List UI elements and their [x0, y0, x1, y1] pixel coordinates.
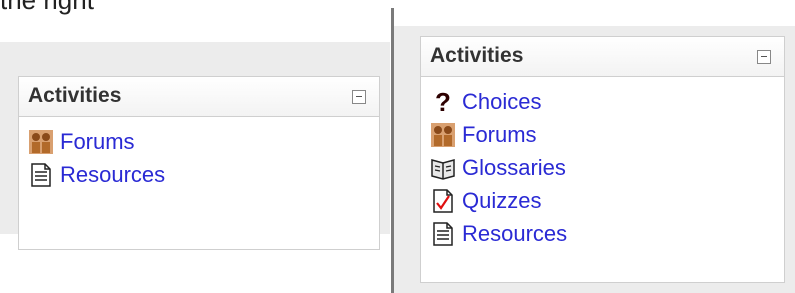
activities-block: Activities ? Choices Forums Glossaries Q…	[420, 36, 785, 283]
activity-label[interactable]: Forums	[462, 122, 537, 148]
forum-icon	[29, 129, 53, 154]
activity-item-choices[interactable]: ? Choices	[430, 85, 784, 118]
activity-list: Forums Resources	[19, 117, 379, 191]
activity-label[interactable]: Resources	[462, 221, 567, 247]
resource-icon	[433, 221, 453, 246]
activity-label[interactable]: Forums	[60, 129, 135, 155]
activity-item-resources[interactable]: Resources	[430, 217, 784, 250]
right-panel: Activities ? Choices Forums Glossaries Q…	[394, 26, 795, 293]
quiz-icon	[433, 188, 453, 213]
resource-icon	[31, 162, 51, 187]
block-title: Activities	[430, 44, 524, 67]
activity-item-quizzes[interactable]: Quizzes	[430, 184, 784, 217]
collapse-button[interactable]	[757, 50, 771, 64]
choice-icon: ?	[435, 86, 451, 117]
collapse-button[interactable]	[352, 90, 366, 104]
activity-item-resources[interactable]: Resources	[28, 158, 379, 191]
glossary-icon	[431, 158, 455, 180]
activity-item-glossaries[interactable]: Glossaries	[430, 151, 784, 184]
activity-label[interactable]: Glossaries	[462, 155, 566, 181]
activity-label[interactable]: Resources	[60, 162, 165, 188]
left-panel: Activities Forums Resources	[0, 42, 390, 250]
block-header: Activities	[421, 37, 784, 77]
caption-text: the right	[0, 0, 94, 15]
activity-list: ? Choices Forums Glossaries Quizzes Reso…	[421, 77, 784, 250]
forum-icon	[431, 122, 455, 147]
activity-label[interactable]: Choices	[462, 89, 541, 115]
activity-label[interactable]: Quizzes	[462, 188, 541, 214]
activities-block: Activities Forums Resources	[18, 76, 380, 250]
block-title: Activities	[28, 84, 122, 107]
activity-item-forums[interactable]: Forums	[28, 125, 379, 158]
block-header: Activities	[19, 77, 379, 117]
activity-item-forums[interactable]: Forums	[430, 118, 784, 151]
